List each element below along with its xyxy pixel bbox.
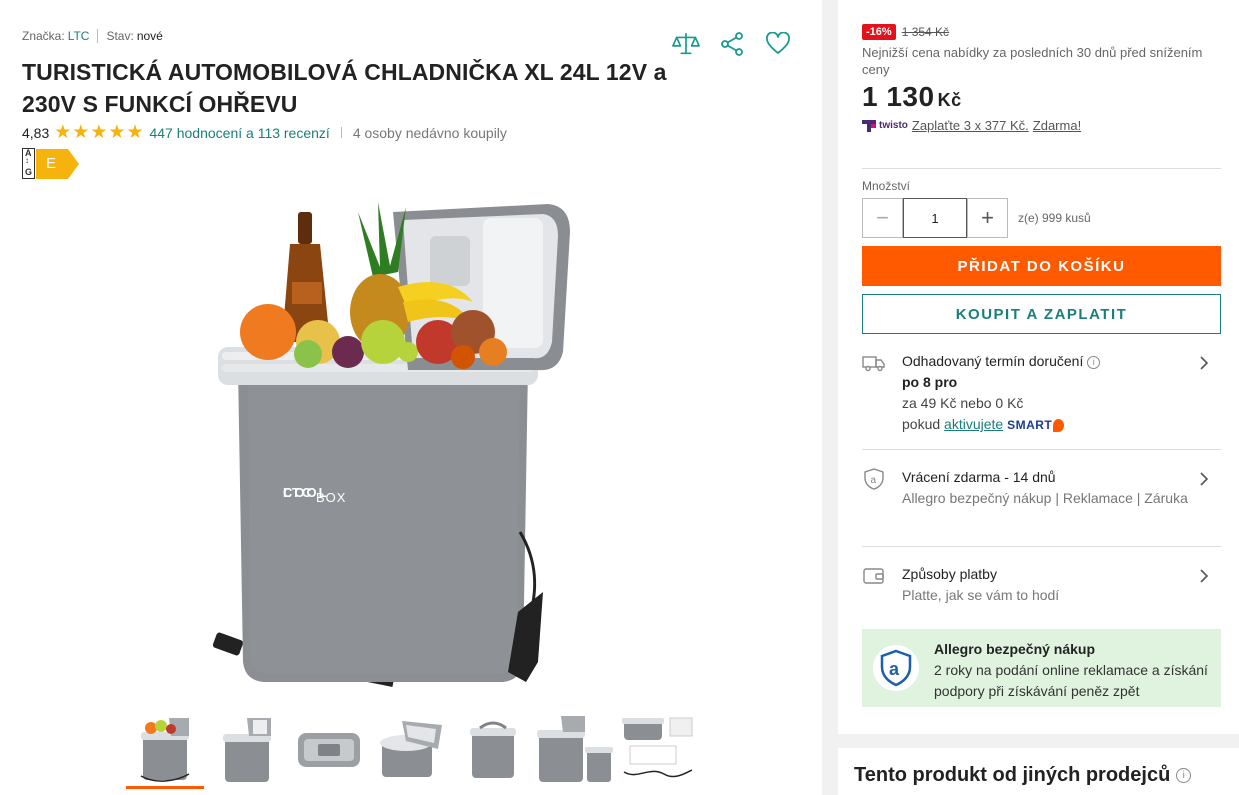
twisto-brand: twisto [879, 120, 908, 131]
payment-text: Způsoby platby Platte, jak se vám to hod… [902, 564, 1192, 606]
star-icon: ★ [108, 122, 126, 143]
returns-title: Vrácení zdarma - 14 dnů [902, 469, 1056, 485]
thumbnail[interactable] [370, 712, 452, 788]
payment-subtitle: Platte, jak se vám to hodí [902, 587, 1060, 603]
share-icon[interactable] [718, 30, 746, 58]
reviews-link[interactable]: 447 hodnocení a 113 recenzí [149, 125, 329, 141]
thumbnail[interactable] [124, 712, 206, 789]
thumbnail[interactable] [534, 712, 616, 788]
rating-row: 4,83 ★ ★ ★ ★ ★ 447 hodnocení a 113 recen… [22, 123, 507, 142]
other-sellers-title: Tento produkt od jiných prodejců [854, 764, 1171, 786]
divider [97, 29, 99, 43]
discount-badge: -16% [862, 24, 896, 40]
buy-now-button[interactable]: KOUPIT A ZAPLATIT [862, 294, 1221, 334]
delivery-text: Odhadovaný termín doručení i po 8 pro za… [902, 351, 1192, 436]
delivery-info[interactable]: Odhadovaný termín doručení i po 8 pro za… [862, 351, 1221, 441]
info-icon[interactable]: i [1176, 768, 1192, 783]
other-sellers-heading: Tento produkt od jiných prodejců i [854, 764, 1192, 787]
energy-arrow-icon: ↕ [25, 156, 29, 165]
returns-subtitle: Allegro bezpečný nákup | Reklamace | Zár… [902, 490, 1188, 506]
thumbnail[interactable] [616, 712, 698, 788]
shield-icon: a [864, 468, 884, 490]
smart-badge-icon [1053, 418, 1065, 432]
safe-purchase-title: Allegro bezpečný nákup [934, 641, 1096, 657]
returns-text: Vrácení zdarma - 14 dnů Allegro bezpečný… [902, 467, 1192, 509]
twisto-free-link[interactable]: Zdarma! [1033, 118, 1081, 133]
info-icon[interactable]: i [1087, 355, 1101, 369]
safe-purchase-description: 2 roky na podání online reklamace a získ… [934, 662, 1208, 699]
chevron-right-icon [1200, 569, 1209, 583]
brand-condition-line: Značka: LTC Stav: nové [22, 29, 163, 43]
thumbnail-strip [124, 712, 698, 789]
svg-text:a: a [871, 475, 877, 486]
old-price: 1 354 Kč [901, 25, 950, 39]
recent-buyers: 4 osoby nedávno koupily [352, 124, 507, 141]
thumbnail[interactable] [206, 712, 288, 788]
price-block: -16% 1 354 Kč Nejnižší cena nabídky za p… [862, 24, 1222, 133]
chevron-right-icon [1200, 472, 1209, 486]
add-to-cart-button[interactable]: PŘIDAT DO KOŠÍKU [862, 246, 1221, 286]
condition-label: Stav: [106, 29, 134, 43]
quantity-label: Množství [862, 179, 911, 193]
heart-icon[interactable] [764, 30, 792, 58]
delivery-date: po 8 pro [902, 374, 958, 390]
divider [340, 127, 342, 138]
energy-scale-bottom: G [25, 167, 33, 177]
current-price: 1 130 Kč [862, 81, 1222, 113]
divider [862, 546, 1221, 547]
quantity-decrease-button[interactable]: − [862, 198, 903, 238]
product-main-image[interactable]: LTC COOL BOX [208, 192, 588, 698]
discount-row: -16% 1 354 Kč [862, 24, 1222, 40]
lowest-price-note: Nejnižší cena nabídky za posledních 30 d… [862, 45, 1203, 77]
star-icon: ★ [54, 122, 72, 143]
wallet-icon [863, 568, 884, 584]
price-value: 1 130 [862, 81, 935, 112]
safe-purchase-box: a Allegro bezpečný nákup 2 roky na podán… [862, 629, 1221, 707]
smart-logo: SMART [1007, 418, 1053, 432]
product-title: TURISTICKÁ AUTOMOBILOVÁ CHLADNIČKA XL 24… [22, 59, 667, 117]
star-icon: ★ [90, 122, 108, 143]
payment-info[interactable]: Způsoby platby Platte, jak se vám to hod… [862, 564, 1221, 608]
rating-stars: ★ ★ ★ ★ ★ [54, 123, 143, 142]
safe-purchase-text: Allegro bezpečný nákup 2 roky na podání … [934, 639, 1214, 702]
twisto-installments-link[interactable]: Zaplaťte 3 x 377 Kč. [912, 118, 1029, 133]
star-icon: ★ [72, 122, 90, 143]
condition-value: nové [136, 29, 163, 43]
product-actions-icons [672, 30, 792, 58]
quantity-stepper: − 1 + z(e) 999 kusů [862, 198, 1091, 238]
delivery-title: Odhadovaný termín doručení [902, 353, 1084, 369]
twisto-logo-icon [862, 119, 876, 132]
allegro-shield-icon: a [873, 645, 919, 691]
svg-text:a: a [889, 659, 900, 679]
smart-activate-link[interactable]: aktivujete [944, 416, 1003, 432]
star-icon: ★ [126, 122, 144, 143]
delivery-cost: za 49 Kč nebo 0 Kč [902, 395, 1024, 411]
stock-count: z(e) 999 kusů [1018, 211, 1091, 225]
price-currency: Kč [937, 90, 962, 110]
truck-icon [862, 356, 885, 372]
energy-class: E [46, 155, 57, 172]
thumbnail[interactable] [288, 712, 370, 788]
chevron-right-icon [1200, 356, 1209, 370]
divider [862, 449, 1221, 450]
product-logo-box: BOX [316, 490, 346, 505]
twisto-row: twisto Zaplaťte 3 x 377 Kč. Zdarma! [862, 118, 1222, 133]
quantity-increase-button[interactable]: + [967, 198, 1008, 238]
brand-label: Značka: [22, 29, 65, 43]
thumbnail[interactable] [452, 712, 534, 788]
brand-link[interactable]: LTC [68, 29, 90, 43]
smart-prefix: pokud [902, 416, 941, 432]
returns-info[interactable]: a Vrácení zdarma - 14 dnů Allegro bezpeč… [862, 467, 1221, 533]
divider [862, 168, 1221, 169]
compare-icon[interactable] [672, 30, 700, 58]
quantity-input[interactable]: 1 [903, 198, 967, 238]
energy-label[interactable]: A ↕ G E [22, 148, 80, 180]
payment-title: Způsoby platby [902, 566, 997, 582]
rating-value: 4,83 [22, 124, 50, 141]
